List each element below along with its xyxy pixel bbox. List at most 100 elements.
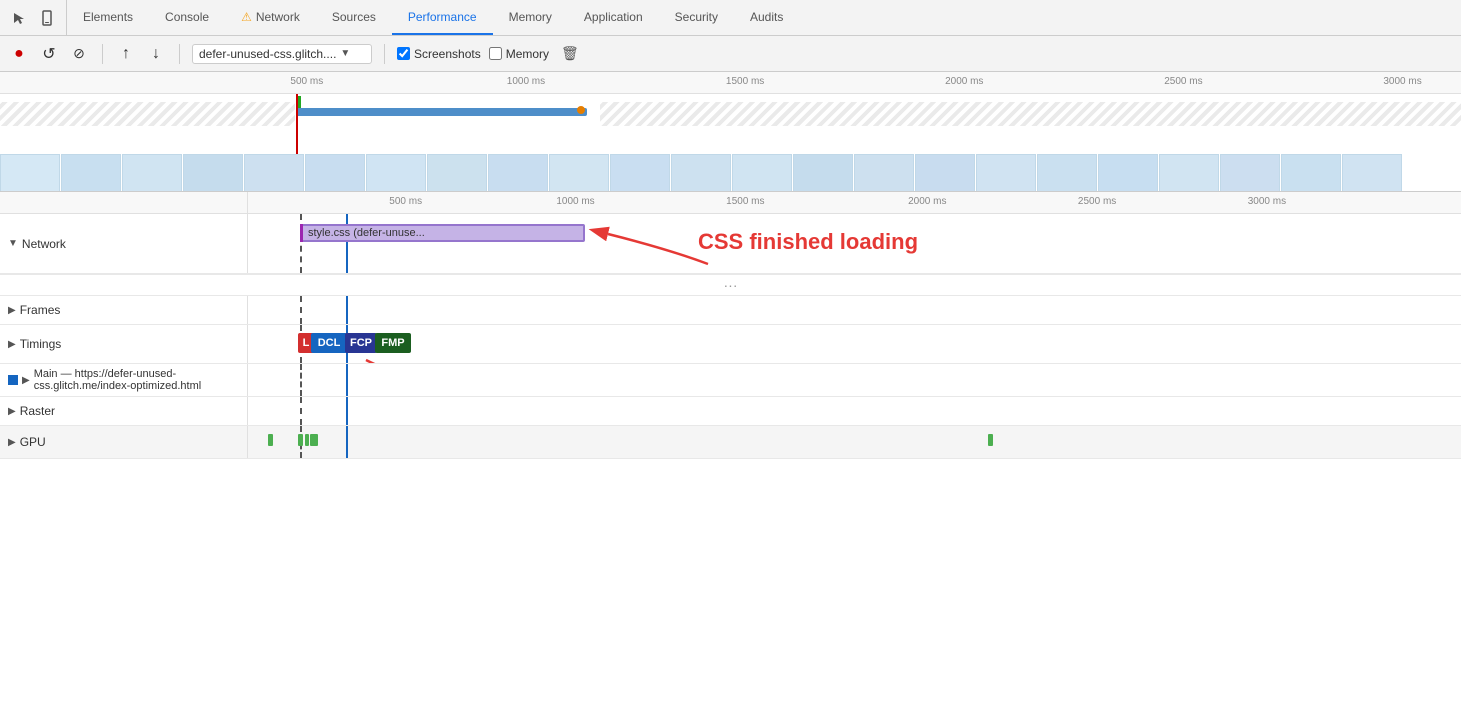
tab-console[interactable]: Console xyxy=(149,0,225,35)
reload-button[interactable]: ↺ xyxy=(38,43,60,65)
detail-tick-1000: 1000 ms xyxy=(556,196,594,207)
ruler-tick-2000: 2000 ms xyxy=(945,76,983,87)
timings-arrow[interactable]: ▶ xyxy=(8,339,16,350)
tab-network[interactable]: ⚠ Network xyxy=(225,0,316,35)
network-section-content[interactable]: style.css (defer-unuse... CSS finished xyxy=(248,214,1461,273)
screenshot-thumb xyxy=(427,154,487,192)
hatch-left xyxy=(0,102,295,126)
gpu-label-text: GPU xyxy=(20,435,46,449)
main-section-content[interactable] xyxy=(248,364,1461,396)
screenshot-thumb xyxy=(854,154,914,192)
details-ruler-ticks: 500 ms 1000 ms 1500 ms 2000 ms 2500 ms 3… xyxy=(248,192,1461,213)
toolbar-separator-3 xyxy=(384,44,385,64)
screenshot-thumb xyxy=(1159,154,1219,192)
detail-tick-2000: 2000 ms xyxy=(908,196,946,207)
screenshots-checkbox[interactable] xyxy=(397,47,410,60)
dropdown-arrow-icon: ▼ xyxy=(340,48,350,59)
tab-security[interactable]: Security xyxy=(659,0,734,35)
download-button[interactable]: ↓ xyxy=(145,43,167,65)
raster-section-label: ▶ Raster xyxy=(0,397,248,425)
raster-label-text: Raster xyxy=(20,404,55,418)
gpu-bar-1 xyxy=(268,434,273,446)
screenshot-thumb xyxy=(122,154,182,192)
toolbar-separator-2 xyxy=(179,44,180,64)
devtools-icons xyxy=(0,0,67,35)
network-section-arrow[interactable]: ▼ xyxy=(8,238,18,249)
detail-tick-1500: 1500 ms xyxy=(726,196,764,207)
clear-button[interactable]: ⊘ xyxy=(68,43,90,65)
frames-arrow[interactable]: ▶ xyxy=(8,305,16,316)
frames-section-label: ▶ Frames xyxy=(0,296,248,324)
timings-section-row: ▶ Timings L DCL FCP FMP xyxy=(0,325,1461,364)
detail-tick-3000: 3000 ms xyxy=(1248,196,1286,207)
screenshot-thumb xyxy=(0,154,60,192)
detail-vline-solid-network xyxy=(346,214,348,273)
css-finished-annotation: CSS finished loading xyxy=(698,229,918,255)
overview-bar-end-marker xyxy=(577,106,585,114)
upload-button[interactable]: ↑ xyxy=(115,43,137,65)
mobile-toggle-icon[interactable] xyxy=(36,7,58,29)
record-button[interactable]: ● xyxy=(8,43,30,65)
url-filter-box[interactable]: defer-unused-css.glitch.... ▼ xyxy=(192,44,372,64)
tab-memory[interactable]: Memory xyxy=(493,0,568,35)
fcp-annotation-container xyxy=(336,355,456,363)
timings-section-content[interactable]: L DCL FCP FMP FCP xyxy=(248,325,1461,363)
tab-application[interactable]: Application xyxy=(568,0,659,35)
tab-performance[interactable]: Performance xyxy=(392,0,493,35)
network-section-row: ▼ Network style.css (defer-unuse... xyxy=(0,214,1461,274)
frames-vline-solid xyxy=(346,296,348,324)
overview-network-bar xyxy=(297,108,587,116)
css-bar-tick xyxy=(300,224,303,242)
hatch-right xyxy=(600,102,1461,126)
gpu-section-row: ▶ GPU xyxy=(0,426,1461,459)
memory-label: Memory xyxy=(506,47,549,61)
screenshot-thumb xyxy=(305,154,365,192)
tab-audits[interactable]: Audits xyxy=(734,0,799,35)
memory-checkbox-group: Memory xyxy=(489,47,549,61)
screenshot-thumb xyxy=(732,154,792,192)
frames-vline-dashed xyxy=(300,296,302,324)
timing-badge-FCP[interactable]: FCP xyxy=(345,333,377,353)
toolbar-separator-1 xyxy=(102,44,103,64)
detail-tick-500: 500 ms xyxy=(389,196,422,207)
ruler-tick-2500: 2500 ms xyxy=(1164,76,1202,87)
sections-container: ▼ Network style.css (defer-unuse... xyxy=(0,214,1461,711)
raster-vline-dashed xyxy=(300,397,302,425)
screenshot-strip xyxy=(0,154,1461,192)
main-section-row: ▶ Main — https://defer-unused-css.glitch… xyxy=(0,364,1461,397)
tab-elements[interactable]: Elements xyxy=(67,0,149,35)
warning-icon: ⚠ xyxy=(241,10,252,24)
raster-arrow[interactable]: ▶ xyxy=(8,406,16,417)
screenshot-thumb xyxy=(366,154,426,192)
screenshot-thumb xyxy=(549,154,609,192)
main-vline-dashed xyxy=(300,364,302,396)
gpu-arrow[interactable]: ▶ xyxy=(8,437,16,448)
frames-section-content[interactable] xyxy=(248,296,1461,324)
timing-badge-FMP[interactable]: FMP xyxy=(375,333,411,353)
main-label-group: ▶ Main — https://defer-unused-css.glitch… xyxy=(8,368,239,392)
screenshot-thumb xyxy=(1098,154,1158,192)
select-tool-icon[interactable] xyxy=(8,7,30,29)
raster-section-content[interactable] xyxy=(248,397,1461,425)
screenshot-thumb xyxy=(488,154,548,192)
gpu-bar-4 xyxy=(310,434,318,446)
timing-badge-DCL[interactable]: DCL xyxy=(311,333,347,353)
main-blue-square-icon xyxy=(8,375,18,385)
screenshot-thumb xyxy=(976,154,1036,192)
screenshots-label: Screenshots xyxy=(414,47,481,61)
overview-content[interactable] xyxy=(0,94,1461,192)
tab-sources[interactable]: Sources xyxy=(316,0,392,35)
raster-vline-solid xyxy=(346,397,348,425)
css-bar-text: style.css (defer-unuse... xyxy=(308,227,425,239)
timings-label-text: Timings xyxy=(20,337,62,351)
css-resource-bar[interactable]: style.css (defer-unuse... xyxy=(300,224,585,242)
detail-vline-dashed-network xyxy=(300,214,302,273)
gpu-section-content[interactable] xyxy=(248,426,1461,458)
screenshot-thumb xyxy=(610,154,670,192)
trash-button[interactable]: 🗑 xyxy=(561,45,579,62)
memory-checkbox[interactable] xyxy=(489,47,502,60)
details-ruler: 500 ms 1000 ms 1500 ms 2000 ms 2500 ms 3… xyxy=(0,192,1461,214)
tab-bar: Elements Console ⚠ Network Sources Perfo… xyxy=(0,0,1461,36)
main-arrow[interactable]: ▶ xyxy=(22,375,30,386)
screenshot-thumb xyxy=(1281,154,1341,192)
